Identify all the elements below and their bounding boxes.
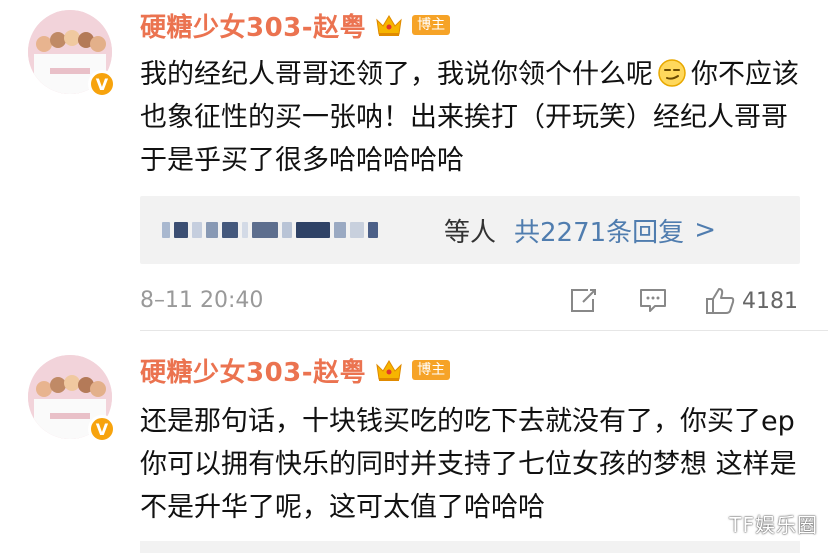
- comment-divider: [140, 330, 828, 331]
- host-badge: 博主: [412, 15, 451, 35]
- timestamp: 8–11 20:40: [140, 287, 264, 313]
- watermark: TF娱乐圈: [729, 513, 818, 537]
- username-link[interactable]: 硬糖少女303-赵粤: [140, 7, 366, 44]
- share-button[interactable]: [568, 286, 598, 314]
- chevron-right-icon[interactable]: >: [694, 215, 716, 245]
- replies-preview[interactable]: [140, 541, 800, 553]
- blurred-reply-names: [162, 216, 424, 244]
- comment-card: V 硬糖少女303-赵粤 博主 我的经纪人哥哥还领了，我说你领个什么呢 你不应该…: [0, 0, 828, 331]
- comment-button[interactable]: [638, 286, 668, 314]
- host-badge: 博主: [412, 360, 451, 380]
- comment-text-part1: 我的经纪人哥哥还领了，我说你领个什么呢: [140, 59, 653, 90]
- comment-text: 还是那句话，十块钱买吃的吃下去就没有了，你买了ep你可以拥有快乐的同时并支持了七…: [140, 406, 797, 523]
- reply-others-label: 等人: [444, 217, 497, 248]
- avatar[interactable]: V: [28, 355, 116, 443]
- username-link[interactable]: 硬糖少女303-赵粤: [140, 352, 366, 389]
- replies-preview[interactable]: 等人 共2271条回复 >: [140, 196, 800, 264]
- smirk-emoji-icon: [658, 59, 686, 87]
- avatar[interactable]: V: [28, 10, 116, 98]
- comment-body: 还是那句话，十块钱买吃的吃下去就没有了，你买了ep你可以拥有快乐的同时并支持了七…: [140, 400, 808, 529]
- comment-body: 我的经纪人哥哥还领了，我说你领个什么呢 你不应该也象征性的买一张呐！出来挨打（开…: [140, 53, 808, 182]
- share-icon: [568, 286, 598, 314]
- crown-icon: [376, 15, 402, 36]
- verified-badge-icon: V: [88, 70, 116, 98]
- comment-bubble-icon: [638, 286, 668, 314]
- like-count: 4181: [742, 288, 798, 314]
- comment-meta: 8–11 20:40 4181: [140, 280, 800, 320]
- like-button[interactable]: 4181: [704, 286, 798, 316]
- comment-header: 硬糖少女303-赵粤 博主: [140, 351, 451, 389]
- crown-icon: [376, 360, 402, 381]
- comment-card: V 硬糖少女303-赵粤 博主 还是那句话，十块钱买吃的吃下去就没有了，你买了e…: [0, 345, 828, 553]
- reply-count-link[interactable]: 共2271条回复: [514, 212, 684, 249]
- thumbs-up-icon: [704, 286, 736, 316]
- comment-header: 硬糖少女303-赵粤 博主: [140, 6, 451, 44]
- verified-badge-icon: V: [88, 415, 116, 443]
